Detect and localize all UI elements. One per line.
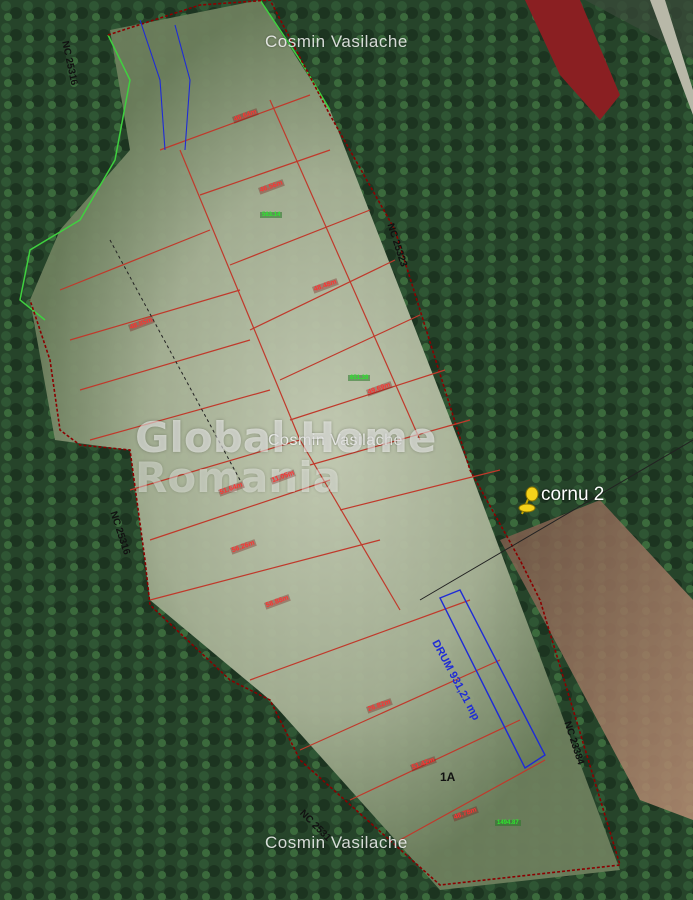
- lot-area-label: 1494.87: [495, 820, 521, 826]
- map-canvas[interactable]: Cosmin Vasilache Cosmin Vasilache Cosmin…: [0, 0, 693, 900]
- lot-area-label: 563.14: [260, 212, 283, 218]
- watermark-bottom: Cosmin Vasilache: [265, 833, 408, 852]
- watermark-top: Cosmin Vasilache: [265, 32, 408, 51]
- lot-number: 1A: [440, 770, 456, 784]
- lot-area-label: 651.39: [348, 375, 371, 381]
- marker-label[interactable]: cornu 2: [541, 484, 604, 506]
- brand-logo: Global Home Romania: [135, 413, 437, 502]
